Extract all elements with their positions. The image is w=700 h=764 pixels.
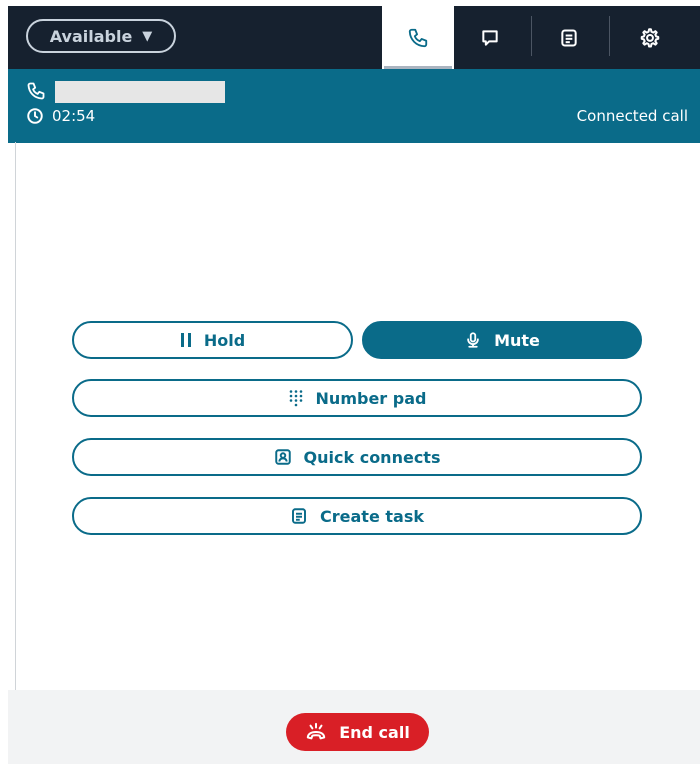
tab-phone[interactable] [382,6,454,69]
task-list-icon [292,508,306,524]
tab-tasks[interactable] [533,6,605,69]
task-list-icon [561,29,577,46]
hang-up-icon [307,722,326,740]
keypad-icon [289,390,302,407]
caller-number-redacted [55,81,225,103]
pause-icon [180,333,191,347]
end-call-label: End call [339,722,410,742]
tab-settings[interactable] [614,6,686,69]
call-state-label: Connected call [576,107,688,125]
microphone-icon [467,332,479,348]
quick-connects-button[interactable]: Quick connects [72,438,642,476]
create-task-label: Create task [320,506,424,526]
phone-icon [408,28,428,47]
footer-bar: End call [8,690,700,764]
chevron-down-icon: ▼ [142,28,153,44]
panel-border [15,142,16,690]
agent-status-label: Available [49,26,133,46]
mute-label: Mute [494,330,540,350]
ccp-panel: Available ▼ 02:54 Connected call Hold Mu… [8,0,700,764]
contact-card-icon [274,449,291,465]
phone-icon [27,82,45,100]
mute-button[interactable]: Mute [362,321,642,359]
top-nav: Available ▼ [8,6,700,69]
create-task-button[interactable]: Create task [72,497,642,535]
number-pad-button[interactable]: Number pad [72,379,642,417]
nav-divider [609,16,610,56]
gear-icon [640,27,660,48]
nav-divider [531,16,532,56]
call-timer: 02:54 [26,107,95,125]
agent-status-dropdown[interactable]: Available ▼ [26,19,176,53]
clock-icon [27,108,43,124]
number-pad-label: Number pad [315,388,427,408]
end-call-button[interactable]: End call [286,713,429,751]
quick-connects-label: Quick connects [303,447,441,467]
tab-chat[interactable] [454,6,526,69]
hold-button[interactable]: Hold [72,321,353,359]
call-header: 02:54 Connected call [8,69,700,143]
call-timer-value: 02:54 [52,107,96,125]
hold-label: Hold [203,330,246,350]
chat-icon [482,29,498,46]
